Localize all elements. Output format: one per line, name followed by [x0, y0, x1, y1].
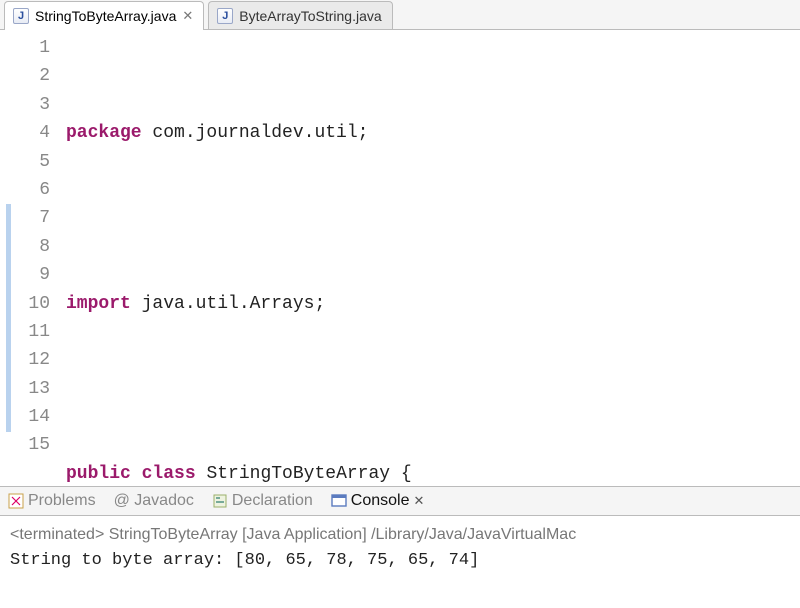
- line-number-gutter: 1 2 3 4 5 6 7 8 9 10 11 12 13 14 15: [0, 30, 60, 486]
- line-number: 6: [0, 176, 50, 204]
- editor-tab-bar: J StringToByteArray.java ✕ J ByteArrayTo…: [0, 0, 800, 30]
- line-number: 2: [0, 62, 50, 90]
- line-number: 4: [0, 119, 50, 147]
- current-line-highlight: [60, 346, 800, 374]
- line-number: 1: [0, 34, 50, 62]
- editor-tab-label: ByteArrayToString.java: [239, 8, 381, 24]
- line-number: 5: [0, 148, 50, 176]
- line-number: 13: [0, 375, 50, 403]
- code-text: java.util.Arrays;: [131, 294, 325, 314]
- editor-tab-active[interactable]: J StringToByteArray.java ✕: [4, 1, 204, 30]
- code-area[interactable]: package com.journaldev.util; import java…: [60, 30, 800, 486]
- keyword: public: [66, 464, 131, 484]
- line-number: 8: [0, 233, 50, 261]
- line-number: 7: [0, 204, 50, 232]
- code-editor[interactable]: 1 2 3 4 5 6 7 8 9 10 11 12 13 14 15 pack…: [0, 30, 800, 486]
- keyword: class: [142, 464, 196, 484]
- keyword: package: [66, 123, 142, 143]
- code-text: StringToByteArray {: [196, 464, 412, 484]
- code-text: com.journaldev.util;: [142, 123, 369, 143]
- line-number: 14: [0, 403, 50, 431]
- java-file-icon: J: [13, 8, 29, 24]
- line-number: 11: [0, 318, 50, 346]
- editor-tab-inactive[interactable]: J ByteArrayToString.java: [208, 1, 392, 29]
- editor-tab-label: StringToByteArray.java: [35, 8, 176, 24]
- keyword: import: [66, 294, 131, 314]
- line-number: 12: [0, 346, 50, 374]
- line-number: 9: [0, 261, 50, 289]
- line-number: 3: [0, 91, 50, 119]
- close-icon[interactable]: ✕: [182, 8, 193, 24]
- line-number: 15: [0, 431, 50, 459]
- problems-icon: [8, 493, 24, 509]
- line-number: 10: [0, 290, 50, 318]
- java-file-icon: J: [217, 8, 233, 24]
